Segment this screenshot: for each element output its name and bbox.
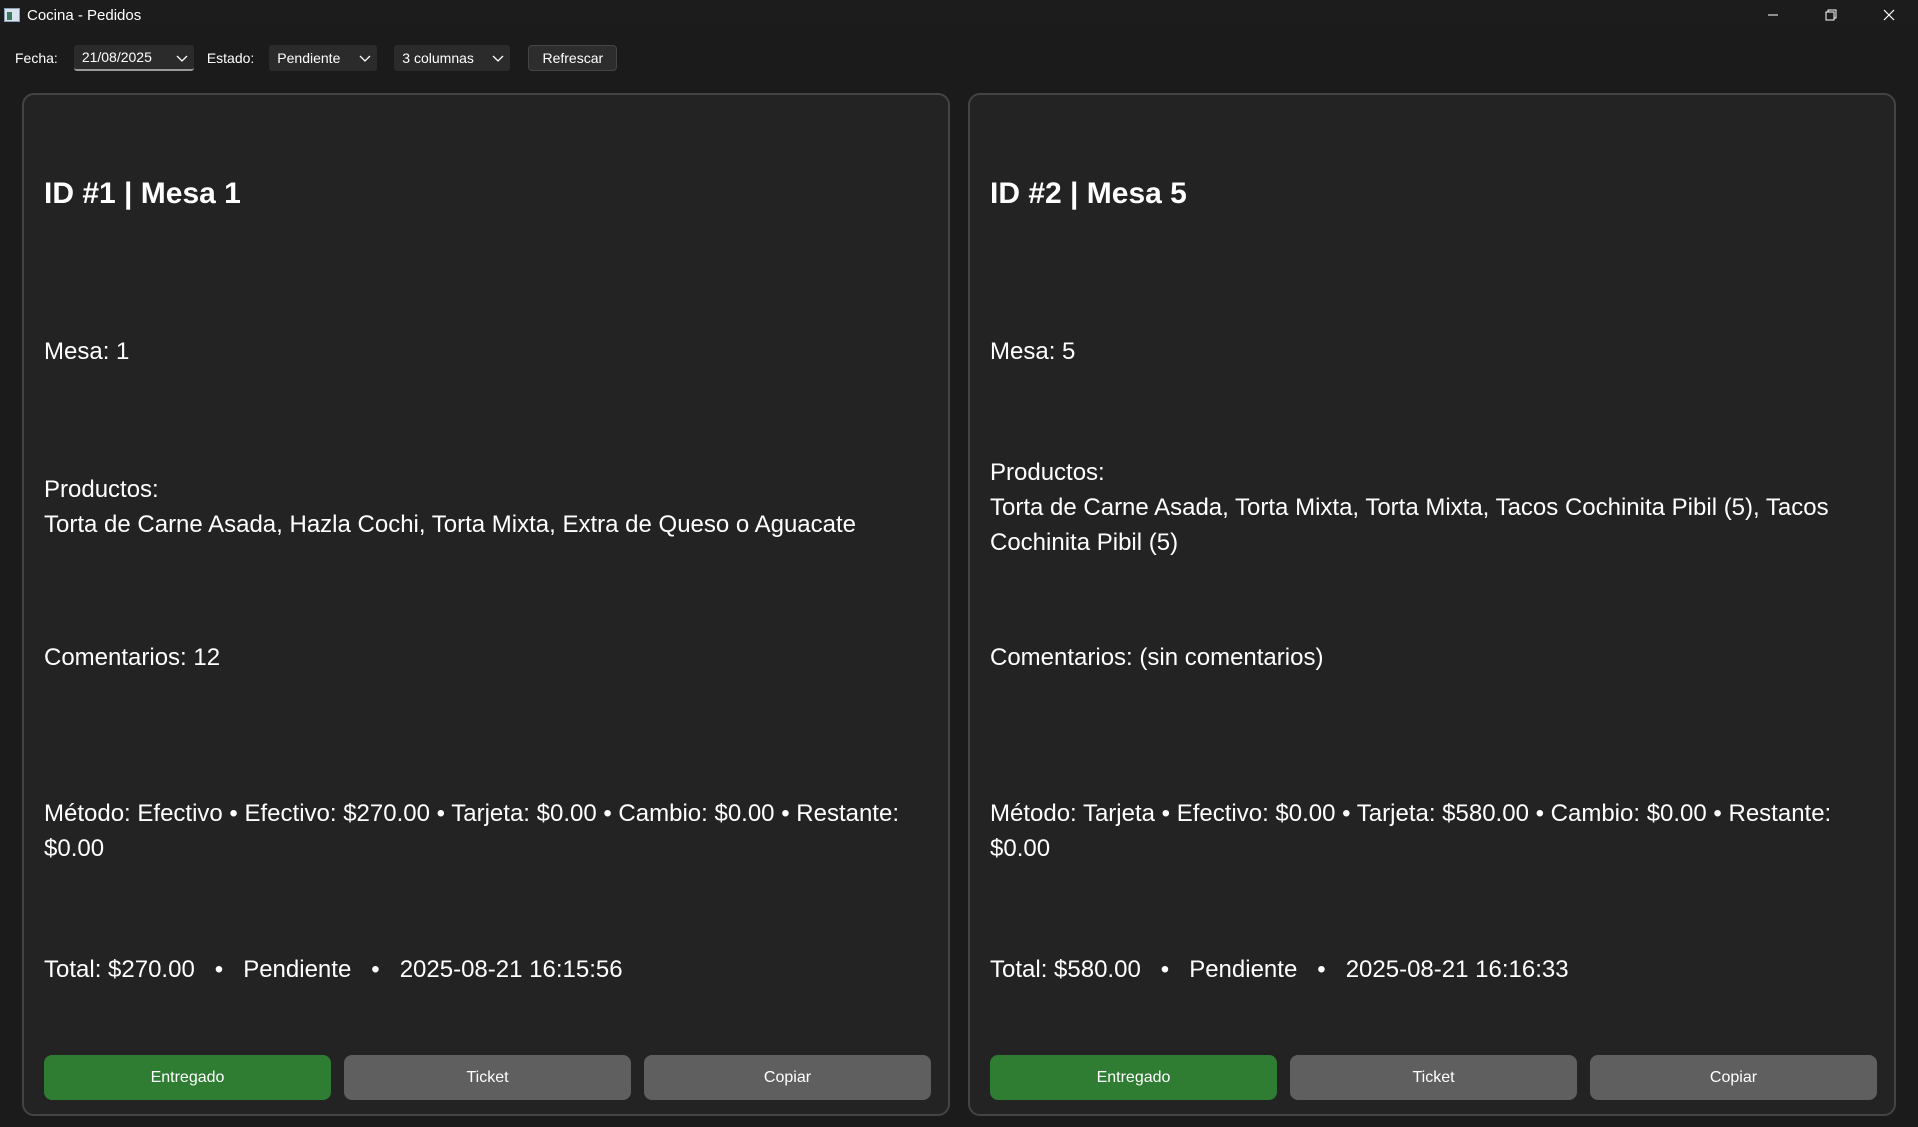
order-pago: Método: Tarjeta • Efectivo: $0.00 • Tarj… [990,800,1832,862]
columns-value: 3 columnas [402,50,474,66]
entregado-button[interactable]: Entregado [990,1055,1277,1100]
close-icon [1883,9,1895,21]
order-comentarios: Comentarios: (sin comentarios) [990,644,1324,671]
order-productos-label: Productos: [44,476,159,503]
restore-button[interactable] [1802,0,1860,30]
app-window: Cocina - Pedidos Fecha: 21/08/2025 Estad… [0,0,1918,1127]
entregado-button[interactable]: Entregado [44,1055,331,1100]
order-comentarios: Comentarios: 12 [44,644,221,671]
order-card: ID #1 | Mesa 1 Mesa: 1 Productos: Torta … [22,93,950,1116]
order-pago: Método: Efectivo • Efectivo: $270.00 • T… [44,800,899,862]
close-button[interactable] [1860,0,1918,30]
minimize-button[interactable] [1744,0,1802,30]
order-resumen: Total: $270.00 • Pendiente • 2025-08-21 … [44,956,623,983]
order-productos: Torta de Carne Asada, Hazla Cochi, Torta… [44,511,857,538]
title-bar: Cocina - Pedidos [0,0,1918,30]
order-card: ID #2 | Mesa 5 Mesa: 5 Productos: Torta … [968,93,1896,1116]
chevron-down-icon [176,55,188,62]
estado-value: Pendiente [277,50,341,66]
minimize-icon [1768,14,1778,16]
order-title: ID #2 | Mesa 5 [990,177,1187,210]
fecha-date-picker[interactable]: 21/08/2025 [73,45,194,71]
copiar-button[interactable]: Copiar [644,1055,931,1100]
order-productos: Torta de Carne Asada, Torta Mixta, Torta… [990,494,1829,556]
order-title: ID #1 | Mesa 1 [44,177,241,210]
window-title: Cocina - Pedidos [27,6,142,24]
fecha-label: Fecha: [15,50,58,66]
toolbar: Fecha: 21/08/2025 Estado: Pendiente 3 co… [0,44,618,72]
chevron-down-icon [492,55,504,62]
app-icon [4,8,20,22]
ticket-button[interactable]: Ticket [344,1055,631,1100]
order-mesa: Mesa: 5 [990,338,1076,365]
chevron-down-icon [359,55,371,62]
estado-select[interactable]: Pendiente [269,45,378,71]
copiar-button[interactable]: Copiar [1590,1055,1877,1100]
restore-icon [1825,9,1837,21]
columns-select[interactable]: 3 columnas [394,45,511,71]
order-productos-label: Productos: [990,459,1105,486]
estado-label: Estado: [206,50,255,66]
refresh-button[interactable]: Refrescar [528,45,618,71]
fecha-value: 21/08/2025 [81,49,152,65]
orders-grid: ID #1 | Mesa 1 Mesa: 1 Productos: Torta … [16,88,1902,1121]
order-mesa: Mesa: 1 [44,338,130,365]
ticket-button[interactable]: Ticket [1290,1055,1577,1100]
window-controls [1744,0,1918,30]
order-resumen: Total: $580.00 • Pendiente • 2025-08-21 … [990,956,1569,983]
